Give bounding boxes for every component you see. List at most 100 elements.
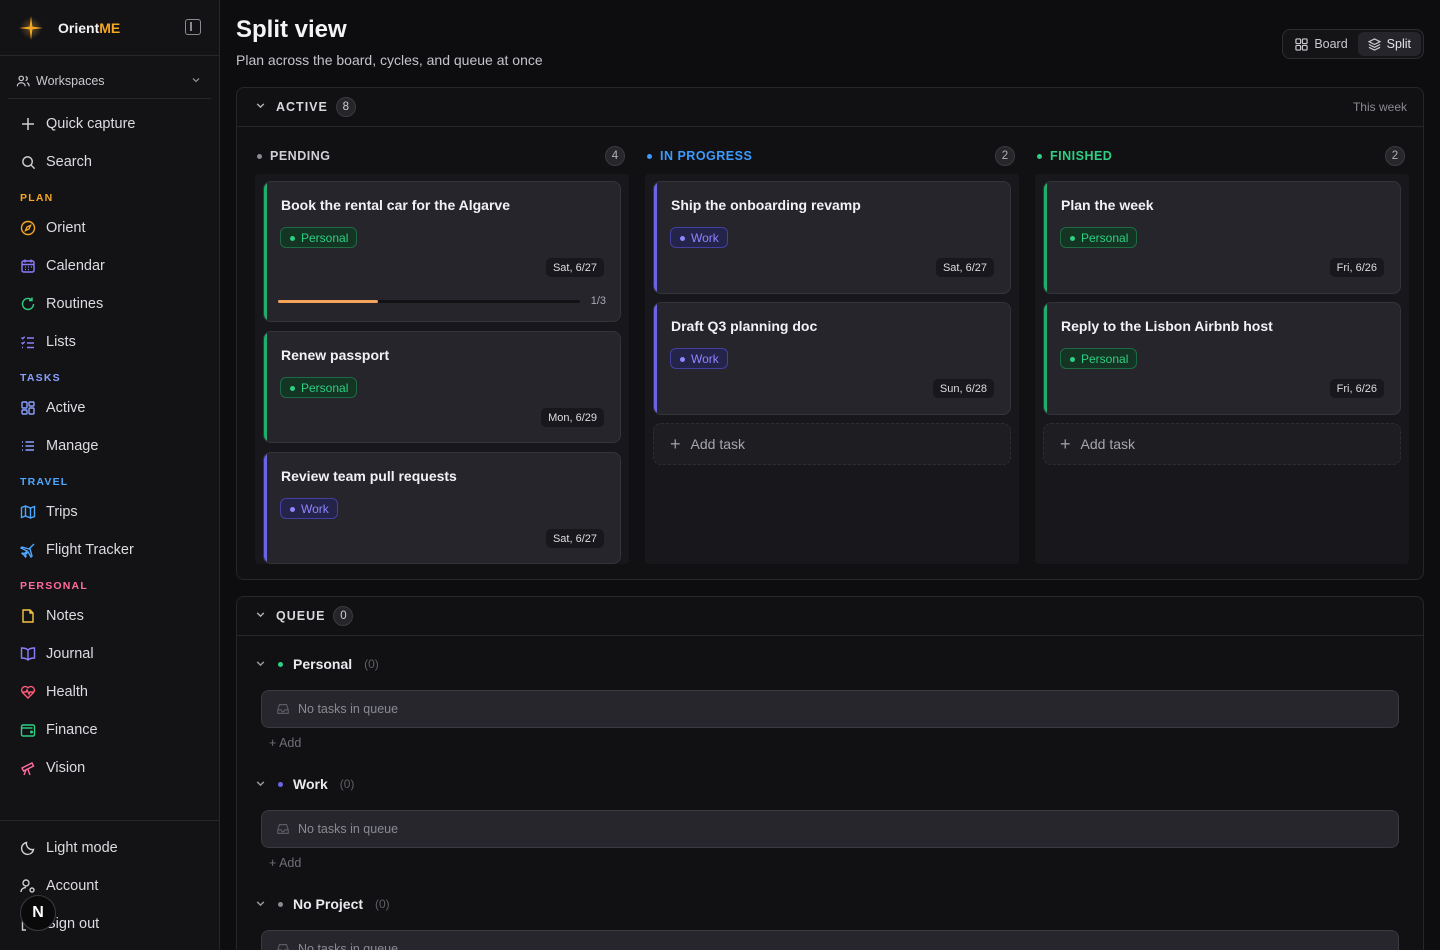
task-card[interactable]: Review team pull requests Work Sat, 6/27 <box>263 452 621 564</box>
chevron-down-icon <box>255 656 266 672</box>
user-cog-icon <box>20 878 36 894</box>
add-task-label: Add task <box>690 436 745 452</box>
sidebar-item-orient[interactable]: Orient <box>0 209 219 247</box>
card-title: Book the rental car for the Algarve <box>281 197 510 213</box>
column-finished: FINISHED 2 Plan the week Personal Fri, 6… <box>1035 146 1409 564</box>
inbox-icon <box>277 704 289 714</box>
project-tag[interactable]: Personal <box>280 227 358 248</box>
sidebar-item-lists[interactable]: Lists <box>0 323 219 361</box>
queue-group-header[interactable]: No Project (0) <box>255 894 390 914</box>
quick-capture-button[interactable]: Quick capture <box>0 105 219 143</box>
split-view-button[interactable]: Split <box>1357 32 1421 56</box>
progress-fill <box>278 300 378 303</box>
column-header: IN PROGRESS 2 <box>645 146 1019 166</box>
empty-queue-dropzone[interactable]: No tasks in queue <box>261 810 1399 848</box>
queue-label: QUEUE <box>276 609 326 623</box>
workspace-switcher[interactable]: Workspaces <box>8 63 211 99</box>
sidebar-item-label: Calendar <box>46 258 105 274</box>
board-view-button[interactable]: Board <box>1285 32 1357 56</box>
column-title: PENDING <box>270 149 331 163</box>
sidebar-item-finance[interactable]: Finance <box>0 711 219 749</box>
queue-add-label: Add <box>279 736 302 750</box>
add-task-button[interactable]: + Add task <box>1043 423 1401 465</box>
queue-group-header[interactable]: Work (0) <box>255 774 354 794</box>
task-card[interactable]: Reply to the Lisbon Airbnb host Personal… <box>1043 302 1401 415</box>
section-personal: PERSONAL <box>20 580 88 592</box>
sidebar-item-flight-tracker[interactable]: Flight Tracker <box>0 531 219 569</box>
column-header: PENDING 4 <box>255 146 629 166</box>
task-card[interactable]: Ship the onboarding revamp Work Sat, 6/2… <box>653 181 1011 294</box>
sidebar-item-notes[interactable]: Notes <box>0 597 219 635</box>
sidebar-item-label: Finance <box>46 722 98 738</box>
sidebar-item-label: Orient <box>46 220 86 236</box>
sidebar-item-vision[interactable]: Vision <box>0 749 219 787</box>
map-icon <box>20 504 36 520</box>
project-tag[interactable]: Work <box>280 498 338 519</box>
project-tag[interactable]: Work <box>670 227 728 248</box>
date-range-label: This week <box>1352 100 1407 114</box>
telescope-icon <box>20 760 36 776</box>
card-title: Draft Q3 planning doc <box>671 318 818 334</box>
due-date-badge: Sat, 6/27 <box>545 258 604 277</box>
chevron-down-icon <box>255 896 266 912</box>
light-mode-button[interactable]: Light mode <box>0 829 219 867</box>
queue-add-button[interactable]: + Add <box>269 856 301 870</box>
status-dot <box>257 153 262 159</box>
sidebar-item-label: Health <box>46 684 88 700</box>
queue-panel-header[interactable]: QUEUE 0 <box>237 597 1423 636</box>
card-accent-bar <box>1044 182 1047 293</box>
inbox-icon <box>277 824 289 834</box>
project-tag[interactable]: Work <box>670 348 728 369</box>
heart-pulse-icon <box>20 684 36 700</box>
sidebar-item-active[interactable]: Active <box>0 389 219 427</box>
sidebar-item-routines[interactable]: Routines <box>0 285 219 323</box>
due-date-badge: Mon, 6/29 <box>541 408 604 427</box>
brand[interactable]: OrientME <box>0 0 219 56</box>
due-date-badge: Fri, 6/26 <box>1329 258 1384 277</box>
task-card[interactable]: Renew passport Personal Mon, 6/29 <box>263 331 621 443</box>
project-tag[interactable]: Personal <box>280 377 358 398</box>
light-mode-label: Light mode <box>46 840 118 856</box>
task-card[interactable]: Draft Q3 planning doc Work Sun, 6/28 <box>653 302 1011 415</box>
sidebar-item-manage[interactable]: Manage <box>0 427 219 465</box>
note-icon <box>20 608 36 624</box>
sidebar-item-label: Flight Tracker <box>46 542 134 558</box>
card-accent-bar <box>1044 303 1047 414</box>
compass-icon <box>20 220 36 236</box>
queue-group-header[interactable]: Personal (0) <box>255 654 379 674</box>
sidebar-item-health[interactable]: Health <box>0 673 219 711</box>
card-title: Renew passport <box>281 347 390 363</box>
list-icon <box>20 438 36 454</box>
column-count: 2 <box>995 146 1015 166</box>
workspace-label: Workspaces <box>36 73 105 88</box>
progress-label: 1/3 <box>590 295 606 307</box>
chevron-down-icon <box>255 776 266 792</box>
empty-queue-dropzone[interactable]: No tasks in queue <box>261 930 1399 950</box>
plus-icon: + <box>670 433 681 454</box>
calendar-icon <box>20 258 36 274</box>
sparkle-logo-icon <box>18 15 44 41</box>
sidebar-item-journal[interactable]: Journal <box>0 635 219 673</box>
task-card[interactable]: Plan the week Personal Fri, 6/26 <box>1043 181 1401 294</box>
sidebar-collapse-icon[interactable] <box>185 19 201 35</box>
sidebar-item-label: Manage <box>46 438 99 454</box>
view-toggle: Board Split <box>1282 29 1424 59</box>
search-label: Search <box>46 154 92 170</box>
queue-group-count: (0) <box>339 777 355 791</box>
sidebar-item-calendar[interactable]: Calendar <box>0 247 219 285</box>
sidebar-item-trips[interactable]: Trips <box>0 493 219 531</box>
project-tag[interactable]: Personal <box>1060 227 1138 248</box>
search-button[interactable]: Search <box>0 143 219 181</box>
project-tag[interactable]: Personal <box>1060 348 1138 369</box>
queue-group-name: No Project <box>293 896 364 912</box>
avatar[interactable]: N <box>20 895 56 931</box>
active-panel-header[interactable]: ACTIVE 8 This week <box>237 88 1423 127</box>
page-title: Split view <box>236 16 347 43</box>
queue-panel: QUEUE 0 Personal (0) No tasks in queue +… <box>236 596 1424 950</box>
empty-queue-dropzone[interactable]: No tasks in queue <box>261 690 1399 728</box>
queue-count-badge: 0 <box>333 606 354 626</box>
queue-add-button[interactable]: + Add <box>269 736 301 750</box>
task-card[interactable]: Book the rental car for the Algarve Pers… <box>263 181 621 322</box>
page-subtitle: Plan across the board, cycles, and queue… <box>236 52 543 68</box>
add-task-button[interactable]: + Add task <box>653 423 1011 465</box>
